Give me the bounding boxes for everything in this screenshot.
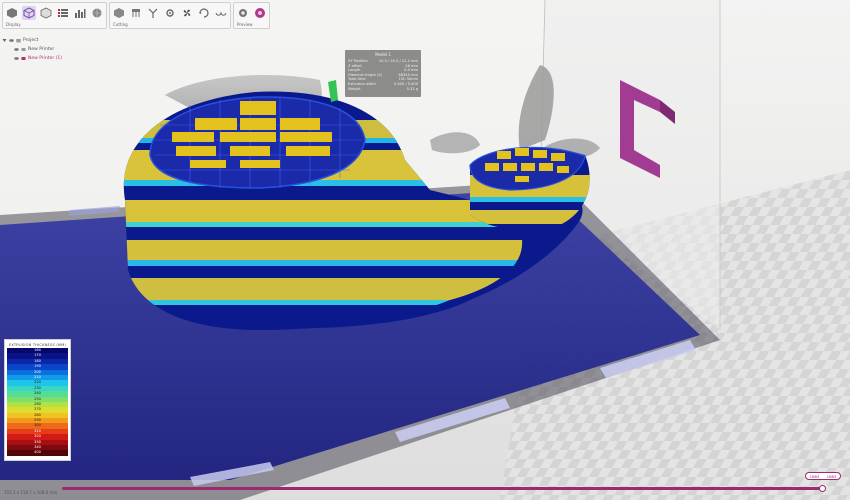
chevron-down-icon[interactable] <box>2 38 7 43</box>
3d-viewport[interactable] <box>0 0 850 500</box>
model-dimensions: 155.3 x 119.7 x 108.0 mm <box>4 490 58 495</box>
list-icon[interactable] <box>56 6 70 20</box>
printer-name: New Printer <box>28 47 55 52</box>
tree-printer-row[interactable]: New Printer <box>2 45 72 54</box>
project-tree: Project New Printer New Printer (1) <box>2 36 72 63</box>
tree-printer-row-selected[interactable]: New Printer (1) <box>2 54 72 63</box>
refresh-icon[interactable] <box>197 6 211 20</box>
settings-gear-icon[interactable] <box>236 6 250 20</box>
legend-row: 400 <box>7 450 68 456</box>
layer-range-display[interactable]: 1883 1883 <box>805 472 841 480</box>
printer-name: New Printer (1) <box>28 56 63 61</box>
layer-slider-handle[interactable] <box>819 485 826 492</box>
eye-icon[interactable] <box>14 56 19 61</box>
y-axis-icon[interactable] <box>146 6 160 20</box>
fan-icon[interactable] <box>180 6 194 20</box>
info-row: Weight 5.32 g <box>348 87 418 92</box>
toolbar-group-label: Cutting <box>113 22 128 27</box>
toolbar-group-cutting: Cutting <box>109 2 231 29</box>
glasses-icon[interactable] <box>214 6 228 20</box>
toolbar-group-preview: Preview <box>233 2 270 29</box>
printer-icon <box>21 56 26 61</box>
cube-transparent-icon[interactable] <box>39 6 53 20</box>
cube-cut-icon[interactable] <box>112 6 126 20</box>
scene-canvas <box>0 0 850 500</box>
top-toolbar: Display Cutting Preview <box>0 0 272 30</box>
toolbar-group-display: Display <box>2 2 107 29</box>
layer-max-value: 1883 <box>826 473 837 479</box>
printer-icon <box>21 47 26 52</box>
legend-rows: 160 170 180 190 200 210 220 230 240 250 260 270 280 2… <box>7 348 68 456</box>
support-icon[interactable] <box>129 6 143 20</box>
info-label: Weight <box>348 86 361 91</box>
cube-outline-icon[interactable] <box>22 6 36 20</box>
print-color-icon[interactable] <box>253 6 267 20</box>
toolbar-group-label: Display <box>6 22 21 27</box>
extrusion-legend: EXTRUSION THICKNESS (MM) 160 170 180 190 200… <box>4 339 71 461</box>
eye-icon[interactable] <box>9 38 14 43</box>
cube-solid-icon[interactable] <box>5 6 19 20</box>
sphere-icon[interactable] <box>90 6 104 20</box>
folder-icon <box>16 38 21 43</box>
model-info-tooltip: Model 1 XY Position 10.0 / 20.0 / 21.2 mm… <box>345 50 421 97</box>
info-value: 5.32 g <box>406 86 418 91</box>
tree-project-row[interactable]: Project <box>2 36 72 45</box>
gear-icon[interactable] <box>163 6 177 20</box>
toolbar-group-label: Preview <box>237 22 253 27</box>
project-label: Project <box>23 38 39 43</box>
layer-slider-track[interactable] <box>62 487 824 490</box>
eye-icon[interactable] <box>14 47 19 52</box>
info-title: Model 1 <box>375 52 391 57</box>
layer-min-value: 1883 <box>809 473 820 479</box>
layer-slider-bar: 1883 1883 155.3 x 119.7 x 108.0 mm <box>0 466 850 500</box>
histogram-icon[interactable] <box>73 6 87 20</box>
